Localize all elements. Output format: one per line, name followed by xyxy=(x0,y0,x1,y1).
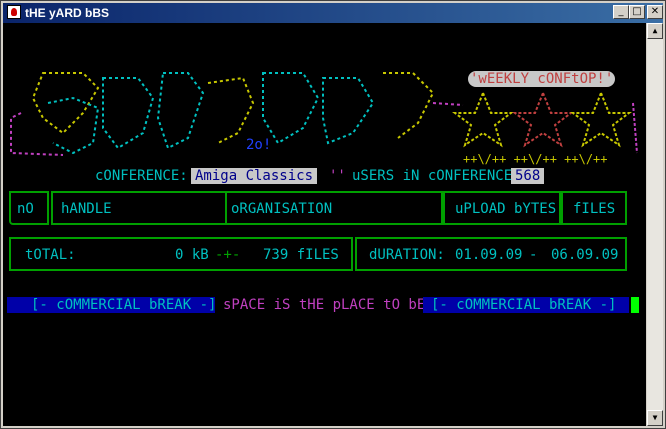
header-cell-handle: hANDLE xyxy=(51,191,227,225)
scroll-up-button[interactable]: ▲ xyxy=(647,23,663,39)
total-separator: -+- xyxy=(215,247,241,263)
vertical-scrollbar[interactable]: ▲ ▼ xyxy=(647,23,663,426)
header-cell-files: fILES xyxy=(561,191,627,225)
app-icon[interactable] xyxy=(7,5,21,19)
commercial-break-right-bar: [- cOMMERCIAL bREAK -] xyxy=(423,297,629,313)
commercial-break-left: [- cOMMERCIAL bREAK -] xyxy=(31,297,217,313)
commercial-break-right: [- cOMMERCIAL bREAK -] xyxy=(431,297,617,313)
minimize-button[interactable]: _ xyxy=(613,5,629,19)
weekly-conftop-badge: 'wEEKLY cONFtOP!' xyxy=(468,71,616,87)
duration-box: dURATION: 01.09.09 - 06.09.09 xyxy=(355,237,627,271)
users-count: 568 xyxy=(511,168,545,184)
duration-to: 06.09.09 xyxy=(551,247,619,263)
terminal-screen[interactable]: ++\/++ ++\/++ ++\/++ 'wEEKLY cONFtOP!' 2… xyxy=(3,23,646,426)
duration-dash: - xyxy=(529,247,538,263)
header-no: nO xyxy=(17,201,34,217)
header-cell-no: nO xyxy=(9,191,49,225)
scroll-down-button[interactable]: ▼ xyxy=(647,410,663,426)
title-bar[interactable]: tHE yARD bBS _ □ ✕ xyxy=(3,3,663,23)
totals-box: tOTAL: 0 kB -+- 739 fILES xyxy=(9,237,353,271)
header-handle: hANDLE xyxy=(61,201,112,217)
header-cell-upload: uPLOAD bYTES xyxy=(443,191,561,225)
slogan: sPACE iS tHE pLACE tO bE xyxy=(223,297,426,313)
commercial-break-left-bar: [- cOMMERCIAL bREAK -] xyxy=(7,297,217,313)
conference-name: Amiga Classics xyxy=(191,168,318,184)
duration-from: 01.09.09 xyxy=(455,247,523,263)
text-cursor xyxy=(631,297,639,313)
header-cell-organisation: oRGANISATION xyxy=(225,191,443,225)
maximize-button[interactable]: □ xyxy=(629,5,645,19)
total-label: tOTAL: xyxy=(25,247,76,263)
conference-quote: '' xyxy=(329,168,346,184)
header-organisation: oRGANISATION xyxy=(231,201,333,217)
conference-label: cONFERENCE: xyxy=(95,168,188,184)
close-button[interactable]: ✕ xyxy=(647,5,663,19)
users-label: uSERS iN cONFERENCE xyxy=(352,168,513,184)
total-files: 739 fILES xyxy=(263,247,339,263)
terminal-window: tHE yARD bBS _ □ ✕ ++\/++ ++\/++ ++\/++ … xyxy=(0,0,666,429)
total-kb: 0 kB xyxy=(175,247,209,263)
window-title: tHE yARD bBS xyxy=(25,6,110,20)
logo-tag: 2o! xyxy=(246,137,272,153)
svg-text:++\/++ ++\/++ ++\/++: ++\/++ ++\/++ ++\/++ xyxy=(463,152,608,166)
ansi-logo-art: ++\/++ ++\/++ ++\/++ xyxy=(10,72,638,166)
header-upload-bytes: uPLOAD bYTES xyxy=(455,201,557,217)
duration-label: dURATION: xyxy=(369,247,445,263)
header-files: fILES xyxy=(573,201,616,217)
